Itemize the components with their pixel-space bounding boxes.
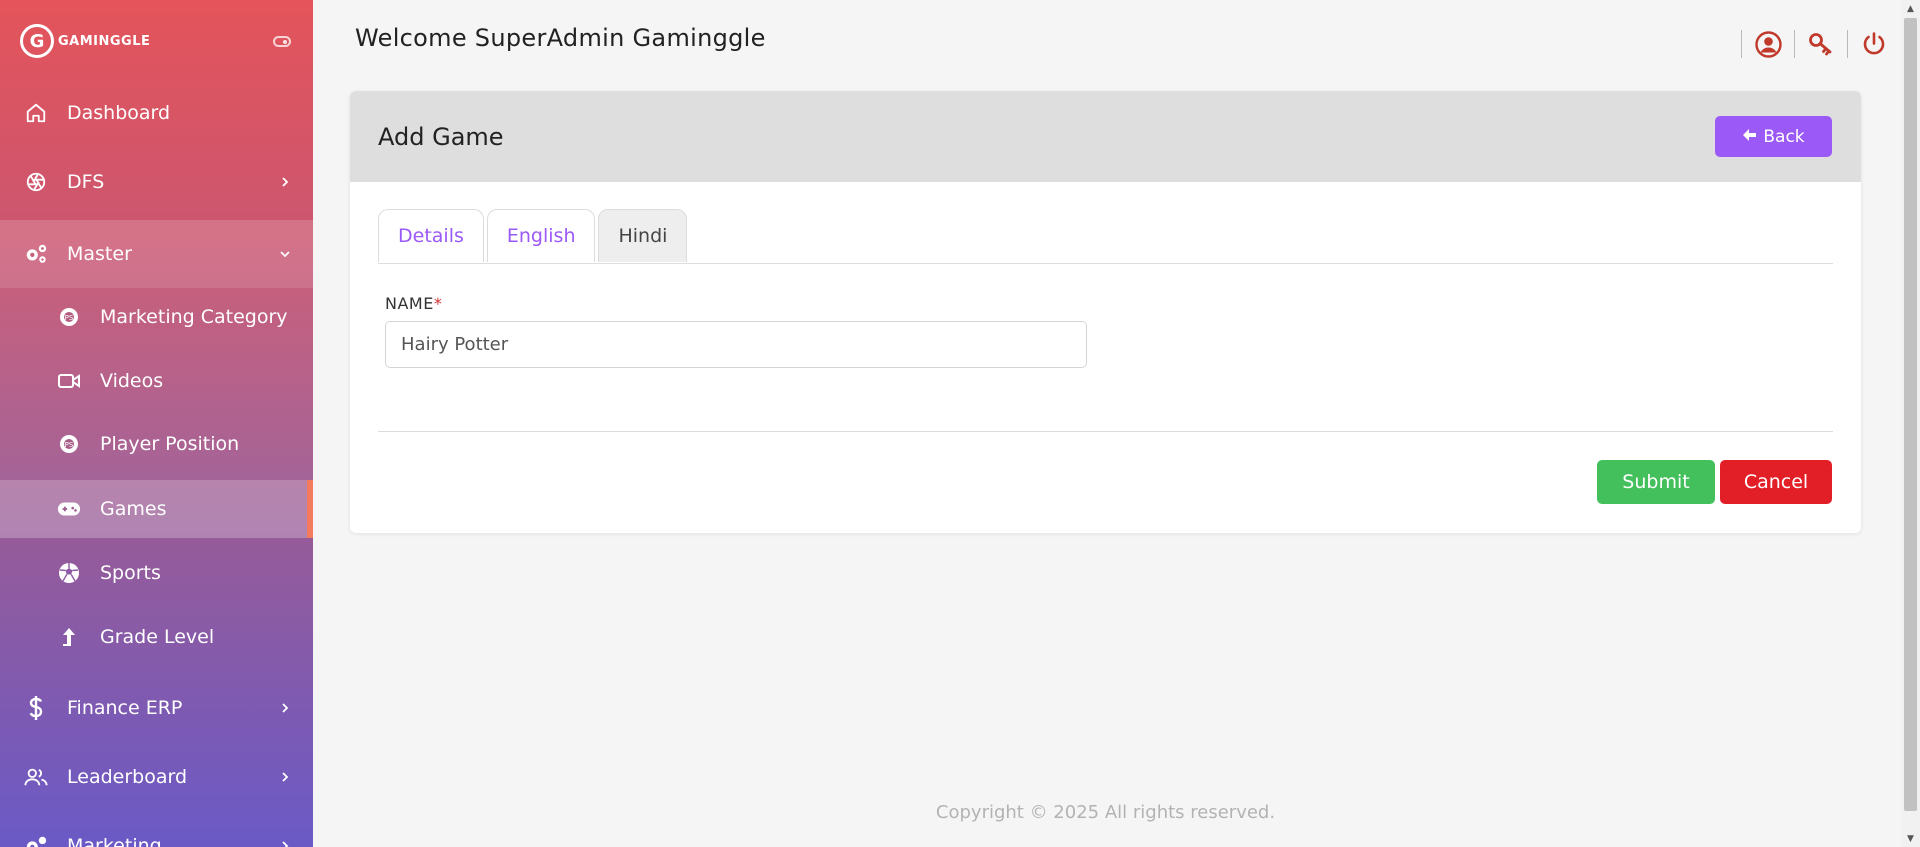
active-indicator bbox=[307, 480, 313, 538]
power-icon[interactable] bbox=[1860, 30, 1888, 58]
chevron-right-icon bbox=[279, 171, 291, 193]
svg-text:PS: PS bbox=[65, 441, 74, 449]
language-tabs: Details English Hindi bbox=[378, 209, 690, 262]
chevron-right-icon bbox=[279, 835, 291, 847]
submit-button[interactable]: Submit bbox=[1597, 460, 1715, 504]
sidebar-item-label: Player Position bbox=[100, 433, 240, 455]
tab-hindi[interactable]: Hindi bbox=[598, 209, 688, 262]
sidebar-item-label: Marketing Category bbox=[100, 306, 288, 328]
sidebar-item-label: Finance ERP bbox=[67, 697, 183, 719]
header-actions bbox=[1729, 30, 1888, 58]
sidebar-item-marketing-category[interactable]: PS Marketing Category bbox=[0, 286, 313, 348]
sidebar: G GAMINGGLE Dashboard DFS Master PS Mark… bbox=[0, 0, 313, 847]
badge-icon: PS bbox=[57, 305, 81, 329]
sidebar-item-label: Sports bbox=[100, 562, 161, 584]
sidebar-item-label: Grade Level bbox=[100, 626, 215, 648]
name-field-label: NAME* bbox=[385, 294, 442, 313]
add-game-card: Add Game Back Details English Hindi NAME… bbox=[350, 91, 1861, 533]
divider bbox=[1741, 30, 1742, 58]
sidebar-item-grade-level[interactable]: Grade Level bbox=[0, 606, 313, 668]
footer-copyright: Copyright © 2025 All rights reserved. bbox=[935, 802, 1276, 823]
page-scrollbar[interactable]: ▲ ▼ bbox=[1901, 0, 1920, 847]
gears-icon bbox=[24, 834, 48, 847]
key-icon[interactable] bbox=[1807, 30, 1835, 58]
logo-mark: G bbox=[20, 24, 54, 58]
arrow-up-icon bbox=[57, 625, 81, 649]
sidebar-item-videos[interactable]: Videos bbox=[0, 350, 313, 412]
chevron-down-icon bbox=[279, 243, 291, 265]
sidebar-item-label: Leaderboard bbox=[67, 766, 188, 788]
sidebar-item-label: Games bbox=[100, 498, 167, 520]
name-label-text: NAME bbox=[385, 294, 434, 313]
scroll-down-icon[interactable]: ▼ bbox=[1901, 830, 1920, 847]
cancel-button[interactable]: Cancel bbox=[1720, 460, 1832, 504]
sidebar-item-player-position[interactable]: PS Player Position bbox=[0, 413, 313, 475]
sidebar-item-games[interactable]: Games bbox=[0, 480, 313, 538]
gears-icon bbox=[24, 242, 48, 266]
divider bbox=[1794, 30, 1795, 58]
back-button[interactable]: Back bbox=[1715, 116, 1832, 157]
required-marker: * bbox=[433, 294, 443, 313]
divider bbox=[1847, 30, 1848, 58]
brand-logo[interactable]: G GAMINGGLE bbox=[20, 22, 150, 60]
page-title: Add Game bbox=[378, 123, 504, 151]
welcome-title: Welcome SuperAdmin Gaminggle bbox=[355, 24, 766, 52]
sidebar-item-label: DFS bbox=[67, 171, 105, 193]
form-divider bbox=[378, 431, 1833, 432]
tabs-divider bbox=[378, 263, 1833, 264]
sidebar-item-label: Master bbox=[67, 243, 132, 265]
sidebar-item-label: Videos bbox=[100, 370, 164, 392]
scroll-thumb[interactable] bbox=[1904, 18, 1917, 811]
sidebar-item-label: Marketing bbox=[67, 835, 162, 847]
sidebar-item-marketing[interactable]: Marketing bbox=[0, 812, 313, 847]
back-label: Back bbox=[1763, 126, 1805, 147]
svg-text:PS: PS bbox=[65, 314, 74, 322]
tab-details[interactable]: Details bbox=[378, 209, 484, 262]
user-profile-icon[interactable] bbox=[1754, 30, 1782, 58]
badge-icon: PS bbox=[57, 432, 81, 456]
home-icon bbox=[24, 101, 48, 125]
chevron-right-icon bbox=[279, 697, 291, 719]
sidebar-item-master[interactable]: Master bbox=[0, 220, 313, 288]
name-input[interactable] bbox=[385, 321, 1087, 368]
users-icon bbox=[24, 765, 48, 789]
sidebar-item-dashboard[interactable]: Dashboard bbox=[0, 79, 313, 147]
tab-english[interactable]: English bbox=[486, 209, 596, 262]
ball-icon bbox=[57, 561, 81, 585]
brand-name: GAMINGGLE bbox=[58, 33, 151, 49]
arrow-left-icon bbox=[1742, 127, 1757, 146]
sidebar-item-leaderboard[interactable]: Leaderboard bbox=[0, 743, 313, 811]
sidebar-item-sports[interactable]: Sports bbox=[0, 542, 313, 604]
scroll-up-icon[interactable]: ▲ bbox=[1901, 0, 1920, 17]
sidebar-toggle-icon[interactable] bbox=[273, 36, 291, 47]
gamepad-icon bbox=[57, 497, 81, 521]
video-icon bbox=[57, 369, 81, 393]
sidebar-item-dfs[interactable]: DFS bbox=[0, 148, 313, 216]
sidebar-item-label: Dashboard bbox=[67, 102, 171, 124]
sidebar-item-finance-erp[interactable]: Finance ERP bbox=[0, 674, 313, 742]
chevron-right-icon bbox=[279, 766, 291, 788]
card-header: Add Game Back bbox=[350, 91, 1861, 182]
dollar-icon bbox=[24, 696, 48, 720]
aperture-icon bbox=[24, 170, 48, 194]
